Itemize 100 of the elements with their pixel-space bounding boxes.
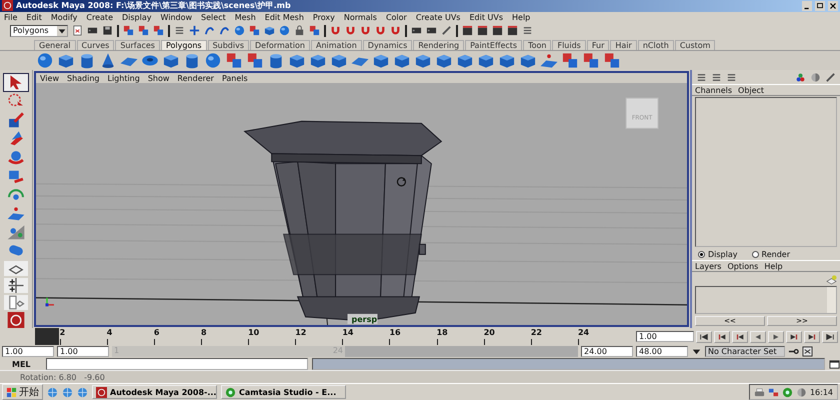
menu-item[interactable]: Proxy xyxy=(312,12,335,22)
layer-menu-item[interactable]: Options xyxy=(727,262,758,271)
component-icon[interactable] xyxy=(561,52,579,69)
printer-icon[interactable] xyxy=(754,386,765,398)
playback-end-field[interactable]: 24.00 xyxy=(581,346,633,358)
network-icon[interactable] xyxy=(768,386,779,398)
menu-item[interactable]: File xyxy=(4,12,18,22)
channel-menu-item[interactable]: Object xyxy=(738,86,764,95)
end-time-field[interactable]: 48.00 xyxy=(636,346,688,358)
sphere-icon[interactable] xyxy=(36,52,54,69)
curve-icon[interactable] xyxy=(204,25,215,36)
pencil-icon[interactable] xyxy=(825,72,836,83)
layer-menu-item[interactable]: Layers xyxy=(695,262,722,271)
menu-item[interactable]: Create xyxy=(86,12,113,22)
minimize-icon[interactable] xyxy=(802,0,812,11)
outliner-layout-icon[interactable] xyxy=(4,294,28,310)
magnet-icon[interactable] xyxy=(375,25,386,36)
taskbar-button[interactable]: Camtasia Studio - E... xyxy=(221,385,346,400)
character-set-field[interactable]: No Character Set xyxy=(705,346,785,358)
menu-item[interactable]: Create UVs xyxy=(416,12,460,22)
preferences-icon[interactable] xyxy=(802,346,813,358)
command-input-field[interactable] xyxy=(46,358,308,370)
tray-icon[interactable] xyxy=(782,386,793,398)
menu-item[interactable]: Window xyxy=(160,12,192,22)
current-frame-field[interactable]: 1.00 xyxy=(636,331,694,342)
menu-item[interactable]: Modify xyxy=(50,12,78,22)
new-scene-icon[interactable] xyxy=(72,25,83,36)
panel-menu-item[interactable]: Lighting xyxy=(107,74,140,83)
sphere-icon[interactable] xyxy=(279,25,290,36)
new-layer-icon[interactable] xyxy=(826,274,837,285)
selection-mode-icon[interactable] xyxy=(138,25,149,36)
menu-item[interactable]: Select xyxy=(201,12,226,22)
playback-start-field[interactable]: 1.00 xyxy=(57,346,109,358)
sphere-icon[interactable] xyxy=(204,52,222,69)
skip-to-start-icon[interactable] xyxy=(696,330,712,343)
save-icon[interactable] xyxy=(102,25,113,36)
layer-mode-radio[interactable]: Display xyxy=(698,250,738,259)
panel-menu-item[interactable]: View xyxy=(40,74,59,83)
menu-item[interactable]: Color xyxy=(386,12,407,22)
panel-menu-item[interactable]: Renderer xyxy=(177,74,214,83)
magnet-icon[interactable] xyxy=(330,25,341,36)
play-icon[interactable] xyxy=(768,330,784,343)
selection-mode-icon[interactable] xyxy=(153,25,164,36)
cross-icon[interactable] xyxy=(189,25,200,36)
scrollbar[interactable] xyxy=(827,287,836,314)
selection-mode-icon[interactable] xyxy=(123,25,134,36)
dropdown-caret-icon[interactable] xyxy=(57,26,67,36)
layer-mode-radio[interactable]: Render xyxy=(752,250,790,259)
film-icon[interactable] xyxy=(87,25,98,36)
lock-icon[interactable] xyxy=(294,25,305,36)
render-icon[interactable] xyxy=(477,25,488,36)
menu-item[interactable]: Mesh xyxy=(234,12,256,22)
step-back-frame-icon[interactable] xyxy=(714,330,730,343)
menu-item[interactable]: Edit UVs xyxy=(469,12,503,22)
script-editor-icon[interactable] xyxy=(829,358,840,370)
input-icon[interactable] xyxy=(411,25,422,36)
curve-icon[interactable] xyxy=(219,25,230,36)
play-backward-icon[interactable] xyxy=(750,330,766,343)
channel-menu-item[interactable]: Channels xyxy=(695,86,732,95)
skip-to-end-icon[interactable] xyxy=(822,330,838,343)
menu-item[interactable]: Edit xyxy=(26,12,42,22)
menu-item[interactable]: Display xyxy=(122,12,152,22)
shelf-tab[interactable]: Polygons xyxy=(160,40,207,50)
output-icon[interactable] xyxy=(426,25,437,36)
render-icon[interactable] xyxy=(507,25,518,36)
previous-key-icon[interactable] xyxy=(732,330,748,343)
maximize-icon[interactable] xyxy=(815,0,825,11)
single-pane-layout-icon[interactable] xyxy=(4,260,28,276)
component-icon[interactable] xyxy=(603,52,621,69)
quick-launch-icon[interactable] xyxy=(62,386,73,398)
panel-menu-item[interactable]: Shading xyxy=(66,74,100,83)
color-icon[interactable] xyxy=(795,72,806,83)
soft-modify-icon[interactable] xyxy=(540,52,558,69)
taskbar-button[interactable]: Autodesk Maya 2008-... xyxy=(92,385,217,400)
menu-item[interactable]: Normals xyxy=(344,12,377,22)
magnet-icon[interactable] xyxy=(390,25,401,36)
step-forward-frame-icon[interactable] xyxy=(804,330,820,343)
component-icon[interactable] xyxy=(246,52,264,69)
channel-box-icon[interactable] xyxy=(696,72,707,83)
component-icon[interactable] xyxy=(225,52,243,69)
start-button[interactable]: 开始 xyxy=(2,384,43,400)
component-icon[interactable] xyxy=(582,52,600,69)
panel-menu-item[interactable]: Panels xyxy=(222,74,248,83)
panel-menu-item[interactable]: Show xyxy=(148,74,170,83)
command-language-label[interactable]: MEL xyxy=(12,360,42,369)
render-settings-icon[interactable] xyxy=(492,25,503,36)
render-icon[interactable] xyxy=(462,25,473,36)
close-icon[interactable] xyxy=(828,0,838,11)
attribute-editor-icon[interactable] xyxy=(711,72,722,83)
cube-icon[interactable] xyxy=(264,25,275,36)
time-slider[interactable]: 2 4 6 8 10 12 14 16 18 20 22 24 xyxy=(35,328,624,346)
sphere-icon[interactable] xyxy=(234,25,245,36)
tray-icon[interactable] xyxy=(796,386,807,398)
four-pane-layout-icon[interactable] xyxy=(4,278,28,293)
next-key-icon[interactable] xyxy=(786,330,802,343)
menu-set-dropdown[interactable]: Polygons xyxy=(10,24,68,37)
magnet-icon[interactable] xyxy=(345,25,356,36)
menu-item[interactable]: Edit Mesh xyxy=(264,12,304,22)
layer-menu-item[interactable]: Help xyxy=(764,262,783,271)
start-time-field[interactable]: 1.00 xyxy=(2,346,54,358)
